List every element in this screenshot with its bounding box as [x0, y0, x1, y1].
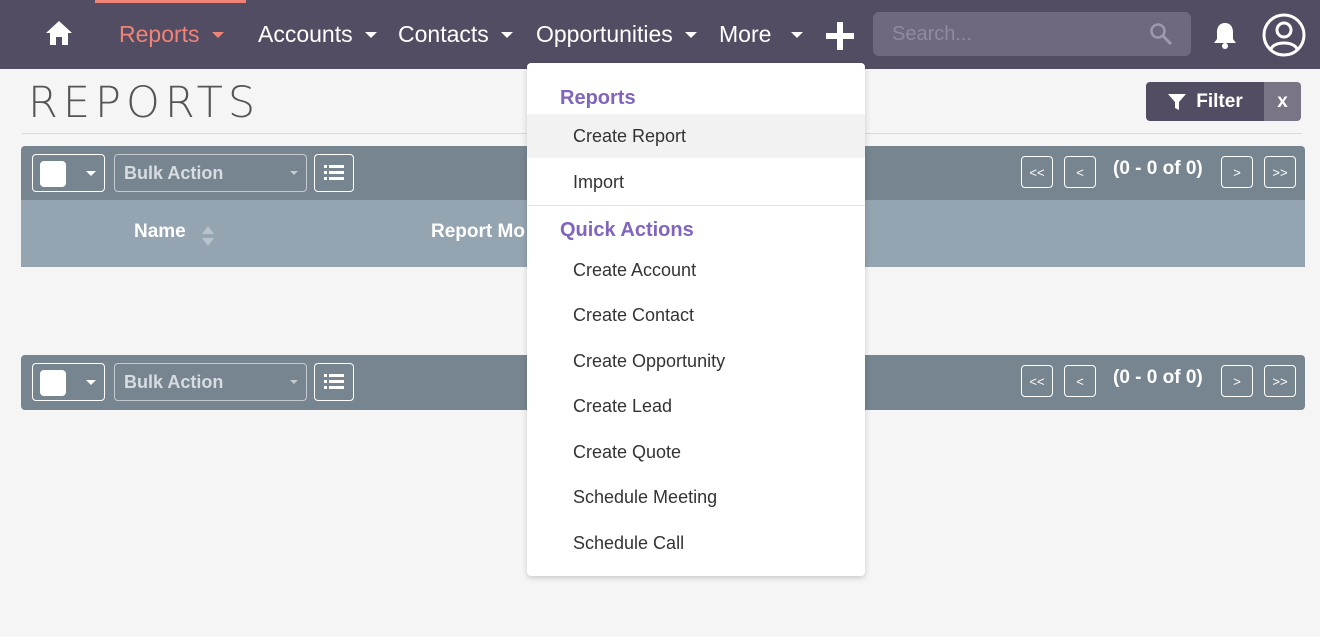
search-box — [873, 12, 1191, 56]
next-page-button[interactable]: > — [1221, 365, 1253, 397]
page-title: REPORTS — [28, 78, 261, 128]
column-chooser-button[interactable] — [314, 154, 354, 192]
menu-item-create-contact[interactable]: Create Contact — [527, 293, 865, 337]
menu-item-schedule-meeting[interactable]: Schedule Meeting — [527, 475, 865, 519]
list-columns-icon — [324, 165, 344, 180]
menu-item-create-report[interactable]: Create Report — [527, 114, 865, 158]
caret-down-icon — [86, 171, 96, 176]
last-page-button[interactable]: >> — [1264, 365, 1296, 397]
reports-dropdown-menu: Reports Create Report Import Quick Actio… — [527, 63, 865, 576]
nav-reports[interactable]: Reports — [119, 0, 224, 69]
menu-divider — [527, 205, 865, 206]
select-all-checkbox[interactable] — [40, 161, 66, 187]
select-all-checkbox[interactable] — [40, 370, 66, 396]
menu-item-import[interactable]: Import — [527, 160, 865, 204]
first-page-button[interactable]: << — [1021, 365, 1053, 397]
chevron-down-icon — [500, 31, 513, 38]
column-header-name[interactable]: Name — [134, 221, 186, 243]
bell-icon[interactable] — [1210, 20, 1240, 50]
menu-item-create-opportunity[interactable]: Create Opportunity — [527, 339, 865, 383]
prev-page-button[interactable]: < — [1064, 156, 1096, 188]
list-columns-icon — [324, 374, 344, 389]
select-all-dropdown[interactable] — [32, 363, 105, 401]
nav-contacts[interactable]: Contacts — [398, 0, 513, 69]
next-page-button[interactable]: > — [1221, 156, 1253, 188]
menu-item-create-account[interactable]: Create Account — [527, 248, 865, 292]
menu-item-create-lead[interactable]: Create Lead — [527, 384, 865, 428]
menu-item-create-quote[interactable]: Create Quote — [527, 430, 865, 474]
nav-opportunities-label: Opportunities — [536, 21, 673, 47]
nav-accounts-label: Accounts — [258, 21, 353, 47]
pagination-count: (0 - 0 of 0) — [1113, 367, 1203, 388]
filter-icon — [1168, 93, 1187, 110]
nav-contacts-label: Contacts — [398, 21, 489, 47]
search-icon[interactable] — [1149, 22, 1173, 46]
filter-button-label: Filter — [1196, 90, 1243, 112]
column-chooser-button[interactable] — [314, 363, 354, 401]
menu-item-schedule-call[interactable]: Schedule Call — [527, 521, 865, 565]
sort-icon[interactable] — [201, 224, 215, 248]
chevron-down-icon — [211, 31, 224, 38]
chevron-down-icon — [791, 31, 804, 38]
nav-more[interactable]: More — [719, 0, 804, 69]
caret-down-icon — [86, 380, 96, 385]
chevron-down-icon — [684, 31, 697, 38]
caret-down-icon — [290, 171, 298, 175]
top-nav: Reports Accounts Contacts Opportunities … — [0, 0, 1320, 69]
nav-accounts[interactable]: Accounts — [258, 0, 377, 69]
dropdown-heading-reports: Reports — [560, 87, 636, 109]
bulk-action-label: Bulk Action — [124, 162, 224, 183]
pagination-count: (0 - 0 of 0) — [1113, 158, 1203, 179]
column-header-report-module[interactable]: Report Mo — [431, 221, 525, 243]
first-page-button[interactable]: << — [1021, 156, 1053, 188]
dropdown-heading-quick-actions: Quick Actions — [560, 219, 694, 241]
clear-filter-button[interactable]: x — [1264, 82, 1301, 121]
chevron-down-icon — [364, 31, 377, 38]
bulk-action-select[interactable]: Bulk Action — [114, 363, 307, 401]
nav-opportunities[interactable]: Opportunities — [536, 0, 697, 69]
last-page-button[interactable]: >> — [1264, 156, 1296, 188]
nav-more-label: More — [719, 21, 772, 47]
user-avatar-icon[interactable] — [1262, 13, 1306, 57]
select-all-dropdown[interactable] — [32, 154, 105, 192]
filter-button[interactable]: Filter — [1146, 82, 1264, 121]
plus-icon[interactable] — [824, 20, 856, 52]
bulk-action-label: Bulk Action — [124, 371, 224, 392]
home-icon[interactable] — [44, 18, 74, 48]
prev-page-button[interactable]: < — [1064, 365, 1096, 397]
search-input[interactable] — [890, 21, 1144, 47]
nav-reports-label: Reports — [119, 21, 200, 47]
caret-down-icon — [290, 380, 298, 384]
bulk-action-select[interactable]: Bulk Action — [114, 154, 307, 192]
